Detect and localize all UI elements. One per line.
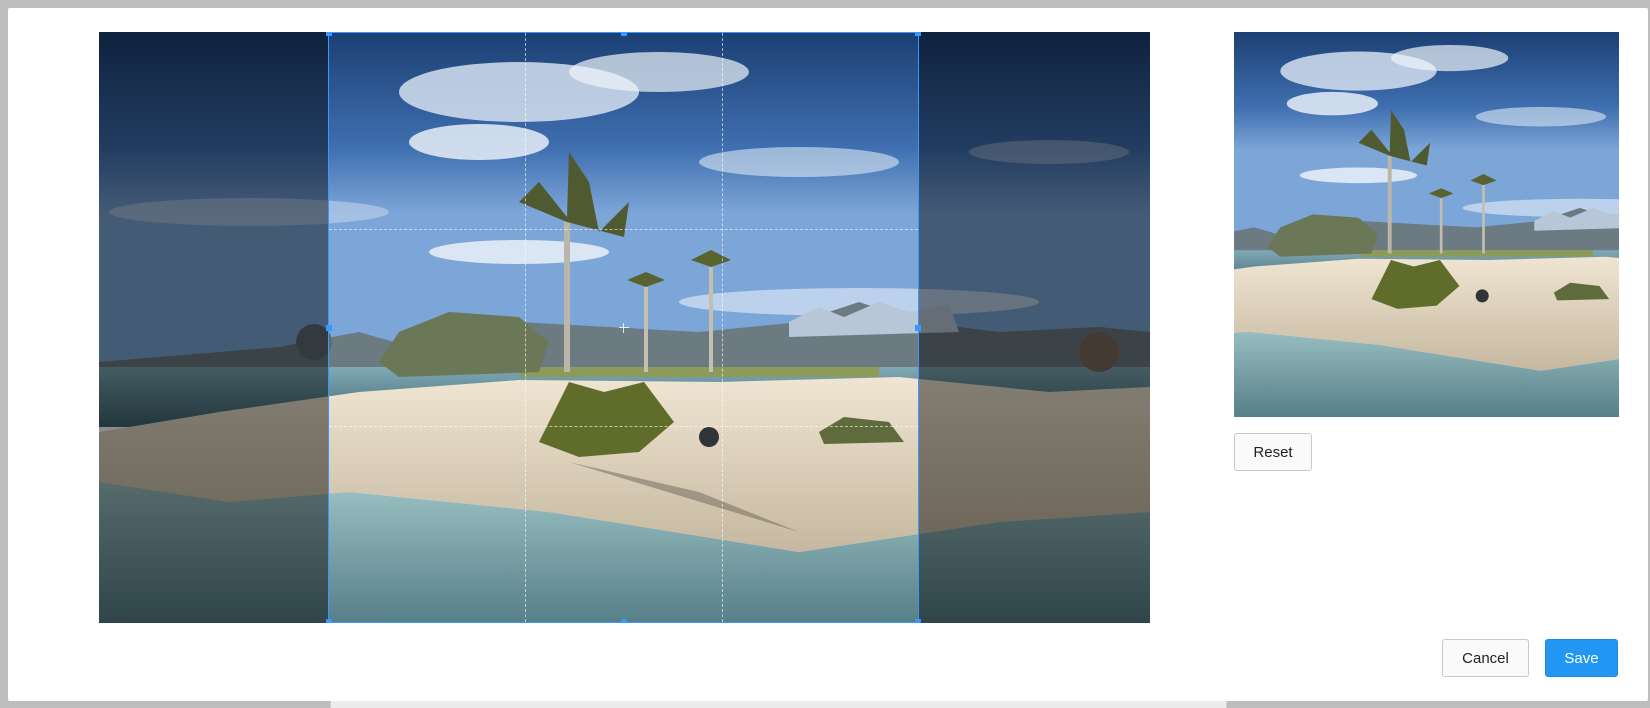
crop-preview	[1234, 32, 1619, 417]
grid-line	[525, 33, 526, 622]
grid-line	[329, 229, 918, 230]
crop-selection-box[interactable]	[326, 32, 921, 623]
resize-handle-right[interactable]	[915, 325, 921, 331]
grid-line	[722, 33, 723, 622]
crop-mask-left	[99, 32, 328, 623]
resize-handle-bottom-left[interactable]	[326, 619, 332, 623]
grid-line	[329, 426, 918, 427]
resize-handle-top[interactable]	[621, 32, 627, 36]
preview-image	[1234, 32, 1619, 417]
cancel-button[interactable]: Cancel	[1442, 639, 1529, 677]
crop-mask-right	[919, 32, 1150, 623]
resize-handle-bottom-right[interactable]	[915, 619, 921, 623]
crop-image-dialog: Reset Cancel Save	[8, 8, 1648, 701]
reset-button[interactable]: Reset	[1234, 433, 1312, 471]
resize-handle-left[interactable]	[326, 325, 332, 331]
resize-handle-top-left[interactable]	[326, 32, 332, 36]
resize-handle-top-right[interactable]	[915, 32, 921, 36]
crop-canvas[interactable]	[99, 32, 1150, 623]
crop-center-icon	[618, 322, 629, 333]
save-button[interactable]: Save	[1545, 639, 1618, 677]
resize-handle-bottom[interactable]	[621, 619, 627, 623]
